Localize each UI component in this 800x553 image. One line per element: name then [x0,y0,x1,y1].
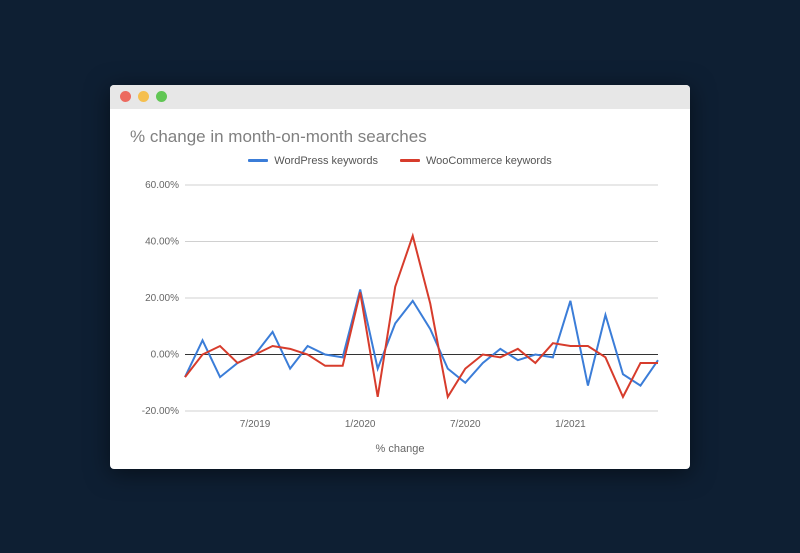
legend-label: WooCommerce keywords [426,155,552,167]
svg-text:60.00%: 60.00% [145,180,179,191]
window-titlebar [110,85,690,109]
svg-text:1/2021: 1/2021 [555,419,586,430]
svg-text:7/2020: 7/2020 [450,419,481,430]
chart-plot-area: -20.00% 0.00% 20.00% 40.00% 60.00% 7/2019 1/20… [130,177,670,437]
svg-text:20.00%: 20.00% [145,293,179,304]
svg-text:7/2019: 7/2019 [240,419,271,430]
legend-swatch [400,159,420,162]
legend-label: WordPress keywords [274,155,378,167]
legend-swatch [248,159,268,162]
legend-item-woocommerce: WooCommerce keywords [400,155,552,167]
x-axis-label: % change [130,443,670,455]
legend: WordPress keywords WooCommerce keywords [130,155,670,167]
chart-title: % change in month-on-month searches [130,127,670,147]
close-icon[interactable] [120,91,131,102]
app-window: % change in month-on-month searches Word… [110,85,690,469]
maximize-icon[interactable] [156,91,167,102]
svg-text:1/2020: 1/2020 [345,419,376,430]
window-content: % change in month-on-month searches Word… [110,109,690,469]
svg-text:40.00%: 40.00% [145,236,179,247]
chart-svg: -20.00% 0.00% 20.00% 40.00% 60.00% 7/2019 1/20… [130,177,670,437]
svg-text:-20.00%: -20.00% [142,406,179,417]
minimize-icon[interactable] [138,91,149,102]
legend-item-wordpress: WordPress keywords [248,155,378,167]
svg-text:0.00%: 0.00% [151,349,179,360]
